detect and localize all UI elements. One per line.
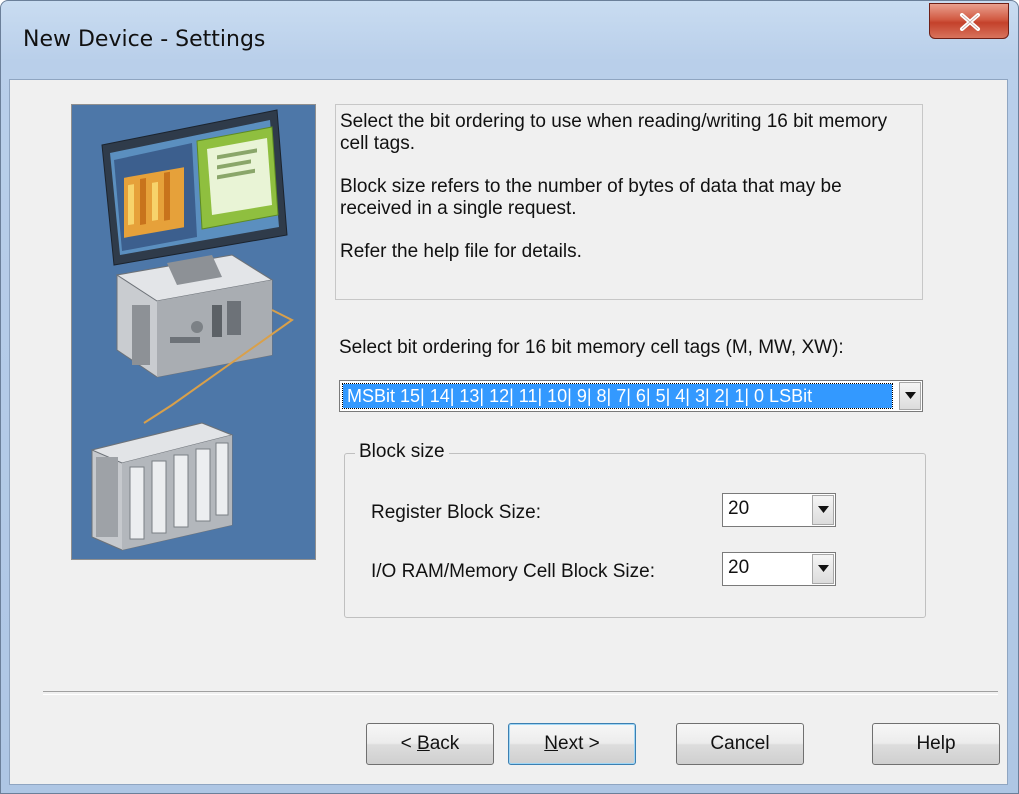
description-help-reference: Refer the help file for details. [340,241,582,262]
block-size-group-label: Block size [355,441,449,463]
cancel-button-label: Cancel [710,733,770,754]
bit-ordering-select[interactable]: MSBit 15| 14| 13| 12| 11| 10| 9| 8| 7| 6… [339,380,923,412]
register-block-size-label: Register Block Size: [371,502,542,523]
back-button-prefix: < [400,733,418,754]
io-memory-block-size-value: 20 [728,557,750,578]
block-size-group: Block size Register Block Size: 20 I/O R… [344,441,926,618]
bit-ordering-label: Select bit ordering for 16 bit memory ce… [339,337,844,358]
next-button-label-rest: ext > [558,733,600,754]
title-bar[interactable]: New Device - Settings [1,1,1018,79]
dialog-window: New Device - Settings Select the bit ord… [0,0,1019,794]
chevron-down-icon [905,392,916,399]
bit-ordering-dropdown-button[interactable] [899,382,921,410]
chevron-down-icon [818,506,829,513]
close-x-icon [960,13,980,31]
back-button-mnemonic: B [417,733,430,754]
close-button[interactable] [929,3,1009,39]
window-title: New Device - Settings [23,27,266,52]
back-button-label-rest: ack [429,733,460,754]
chevron-down-icon [818,565,829,572]
dialog-client-area: Select the bit ordering to use when read… [9,79,1008,785]
io-memory-block-size-select[interactable]: 20 [722,552,836,586]
description-bit-ordering: Select the bit ordering to use when read… [340,111,888,154]
device-network-icon [90,109,294,551]
back-button[interactable]: < Back [366,723,494,765]
io-memory-block-size-label: I/O RAM/Memory Cell Block Size: [371,561,655,582]
bit-ordering-selected-value: MSBit 15| 14| 13| 12| 11| 10| 9| 8| 7| 6… [342,383,893,409]
help-button-label: Help [916,733,956,754]
computer-plc-illustration [71,104,316,560]
next-button[interactable]: Next > [508,723,636,765]
next-button-mnemonic: N [544,733,558,754]
register-block-size-dropdown-button[interactable] [812,495,834,525]
cancel-button[interactable]: Cancel [676,723,804,765]
help-button[interactable]: Help [872,723,1000,765]
register-block-size-select[interactable]: 20 [722,493,836,527]
description-block-size: Block size refers to the number of bytes… [340,176,842,219]
button-area-divider [43,691,998,695]
description-box: Select the bit ordering to use when read… [335,104,923,300]
register-block-size-value: 20 [728,498,750,519]
io-memory-block-size-dropdown-button[interactable] [812,554,834,584]
